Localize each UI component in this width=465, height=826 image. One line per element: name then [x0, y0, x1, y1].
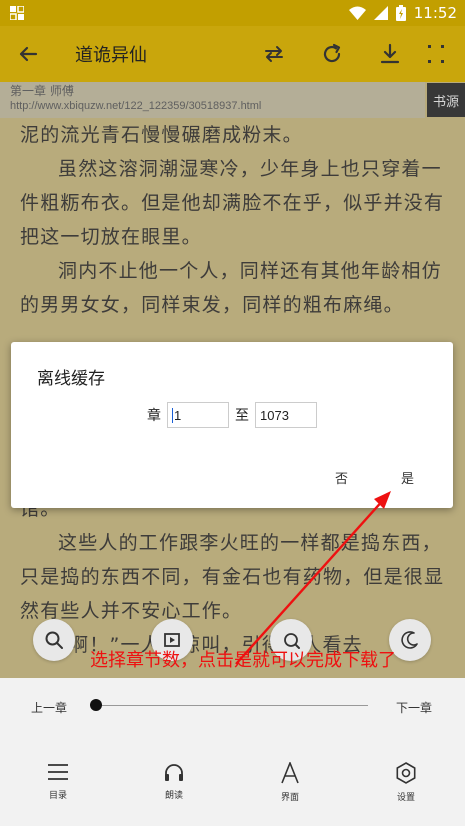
nav-catalog[interactable]: 目录	[28, 762, 88, 801]
swap-source-icon[interactable]	[260, 40, 288, 68]
nav-label: 目录	[48, 791, 67, 801]
wifi-icon	[348, 6, 366, 20]
search-icon	[45, 631, 63, 649]
nav-interface[interactable]: 界面	[260, 762, 320, 803]
end-chapter-input[interactable]: 1073	[255, 402, 317, 428]
status-bar: 11:52	[0, 0, 465, 26]
dialog-title: 离线缓存	[37, 369, 105, 389]
moon-icon	[401, 631, 418, 649]
download-icon[interactable]	[376, 40, 404, 68]
annotation-text: 选择章节数，点击是就可以完成下载了	[90, 650, 396, 671]
start-chapter-input[interactable]: 1	[167, 402, 229, 428]
menu-icon	[48, 764, 68, 780]
refresh-icon[interactable]	[318, 40, 346, 68]
confirm-button[interactable]: 是	[401, 468, 414, 487]
back-arrow-icon[interactable]	[14, 40, 42, 68]
battery-icon	[395, 5, 406, 21]
font-icon	[281, 762, 299, 784]
prev-chapter-button[interactable]: 上一章	[31, 699, 67, 716]
settings-icon	[396, 762, 416, 784]
book-title: 道诡异仙	[75, 45, 147, 66]
signal-icon	[373, 6, 388, 20]
cancel-button[interactable]: 否	[335, 468, 348, 487]
headphones-icon	[165, 764, 183, 781]
end-chapter-value: 1073	[260, 407, 289, 423]
clock: 11:52	[413, 4, 457, 22]
nav-read-aloud[interactable]: 朗读	[144, 762, 204, 801]
text-caret	[172, 407, 173, 423]
chapter-range-row: 章 1 至 1073	[147, 402, 317, 428]
slider-thumb[interactable]	[90, 699, 102, 711]
search-button[interactable]	[33, 619, 75, 661]
nav-label: 设置	[396, 793, 415, 803]
from-label: 章	[147, 408, 161, 424]
nav-label: 朗读	[164, 791, 183, 801]
bottom-control-panel: 上一章 下一章 目录 朗读 界面 设置	[0, 678, 465, 826]
offline-cache-dialog: 离线缓存 章 1 至 1073 否 是	[11, 342, 453, 508]
more-options-icon[interactable]	[422, 40, 450, 68]
next-chapter-button[interactable]: 下一章	[396, 699, 432, 716]
start-chapter-value: 1	[174, 407, 182, 423]
nav-settings[interactable]: 设置	[376, 762, 436, 803]
chapter-progress-slider[interactable]	[92, 705, 368, 706]
app-notification-icon	[10, 6, 24, 20]
nav-label: 界面	[280, 793, 299, 803]
top-toolbar: 道诡异仙	[0, 26, 465, 82]
auto-page-icon	[164, 633, 180, 647]
to-label: 至	[235, 408, 249, 424]
find-replace-icon	[284, 633, 300, 649]
